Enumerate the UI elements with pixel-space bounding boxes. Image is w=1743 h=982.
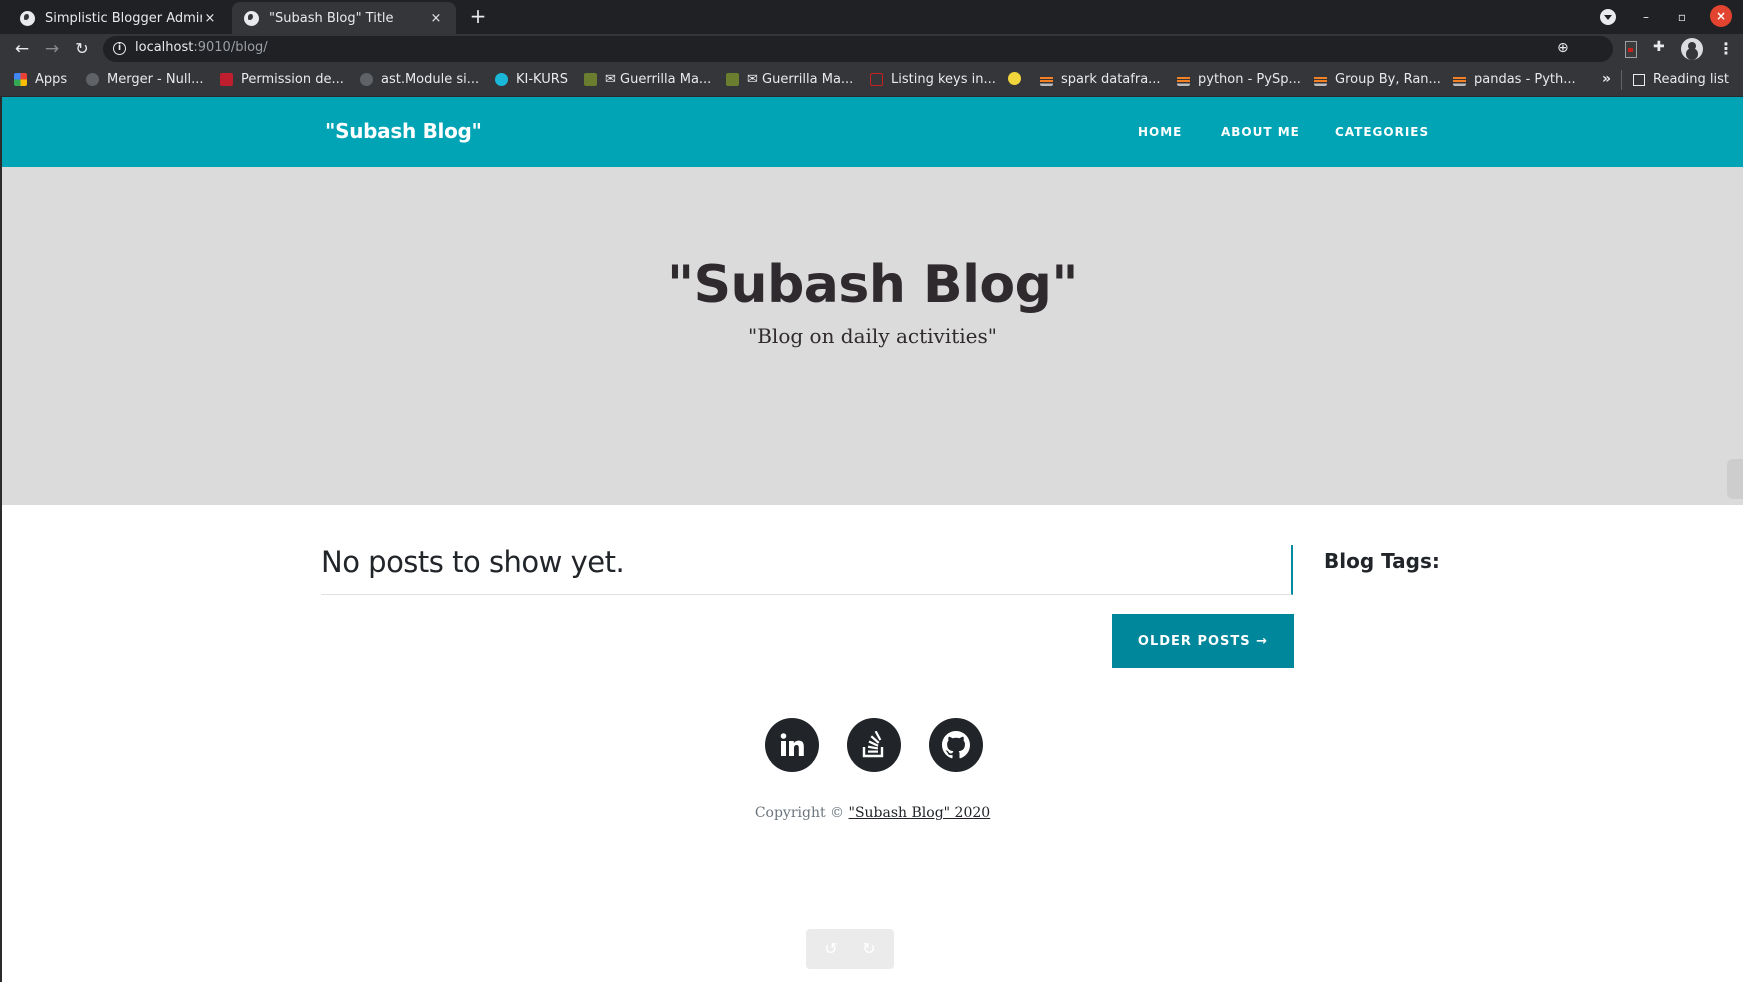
hibernate-icon — [220, 73, 233, 86]
copyright-prefix: Copyright © — [754, 805, 849, 821]
reload-button[interactable]: ↻ — [71, 38, 93, 60]
bookmark-label: ✉ Guerrilla Ma... — [605, 72, 712, 87]
site-navbar: "Subash Blog" HOME ABOUT ME CATEGORIES — [2, 97, 1743, 167]
apps-icon — [14, 73, 27, 86]
tab-subash-blog[interactable]: "Subash Blog" Title × — [232, 2, 456, 34]
back-button[interactable]: ← — [11, 38, 33, 60]
yellow-site-icon — [1008, 72, 1021, 85]
minimize-button[interactable]: – — [1636, 6, 1656, 28]
tab-title: "Subash Blog" Title — [269, 10, 394, 26]
linkedin-link[interactable] — [765, 718, 819, 772]
github-icon — [360, 73, 373, 86]
close-window-button[interactable]: × — [1710, 5, 1732, 27]
bookmark-item[interactable] — [1008, 72, 1029, 85]
github-icon — [942, 731, 970, 759]
posts-empty-state: No posts to show yet. — [321, 545, 1293, 595]
older-posts-button[interactable]: OLDER POSTS → — [1112, 614, 1294, 668]
url-path: :9010/blog/ — [193, 40, 268, 55]
bookmarks-bar: Apps Merger - Null... Permission de... a… — [0, 64, 1743, 97]
linkedin-icon — [780, 733, 804, 756]
url-text[interactable]: localhost:9010/blog/ — [135, 40, 268, 55]
copyright-text: Copyright © "Subash Blog" 2020 — [2, 805, 1743, 821]
bookmark-label: Apps — [35, 72, 68, 87]
bookmark-item[interactable]: Merger - Null... — [86, 72, 203, 87]
brand-link[interactable]: "Subash Blog" — [325, 119, 482, 143]
github-icon — [86, 73, 99, 86]
bookmark-label: KI-KURS — [516, 72, 569, 87]
tab-title: Simplistic Blogger Admin — [45, 10, 202, 26]
bookmark-label: ✉ Guerrilla Ma... — [747, 72, 854, 87]
globe-icon — [244, 10, 259, 26]
address-bar[interactable]: i localhost:9010/blog/ ⊕ ☆ — [103, 36, 1700, 62]
nav-about-me[interactable]: ABOUT ME — [1221, 125, 1300, 139]
reading-list-icon — [1633, 73, 1645, 86]
maximize-button[interactable]: ▫ — [1672, 6, 1692, 28]
blog-tags-heading: Blog Tags: — [1324, 549, 1440, 573]
bookmark-label: Group By, Ran... — [1335, 72, 1441, 87]
bookmarks-overflow-button[interactable]: » — [1602, 71, 1611, 87]
profile-avatar-icon[interactable] — [1681, 38, 1703, 60]
github-link[interactable] — [929, 718, 983, 772]
copyright-link[interactable]: "Subash Blog" 2020 — [849, 805, 991, 821]
globe-icon — [20, 10, 35, 26]
bookmark-item[interactable]: ast.Module si... — [360, 72, 479, 87]
tab-close-icon[interactable]: × — [428, 11, 444, 26]
extensions-puzzle-icon[interactable]: ✚ — [1653, 39, 1665, 55]
tab-simplistic-blogger-admin[interactable]: Simplistic Blogger Admin × — [8, 2, 230, 34]
bookmark-label: Permission de... — [241, 72, 344, 87]
stackoverflow-link[interactable] — [847, 718, 901, 772]
site-info-icon[interactable]: i — [113, 42, 126, 55]
bookmark-label: ast.Module si... — [381, 72, 480, 87]
ki-icon — [495, 73, 508, 86]
bookmark-item[interactable]: KI-KURS — [495, 72, 568, 87]
bookmark-apps[interactable]: Apps — [14, 72, 67, 87]
hero-title: "Subash Blog" — [667, 255, 1078, 315]
bookmark-label: spark datafra... — [1061, 72, 1161, 87]
undo-icon[interactable]: ↺ — [821, 939, 841, 959]
stackoverflow-icon — [1040, 73, 1053, 86]
bookmark-item[interactable]: Listing keys in... — [870, 72, 996, 87]
tab-close-icon[interactable]: × — [202, 11, 218, 26]
new-tab-button[interactable]: + — [466, 4, 490, 28]
bookmark-label: Merger - Null... — [107, 72, 204, 87]
reading-list-label: Reading list — [1653, 72, 1729, 87]
url-host: localhost — [135, 40, 194, 55]
bookmark-item[interactable]: pandas - Pyth... — [1453, 72, 1576, 87]
nav-categories[interactable]: CATEGORIES — [1335, 125, 1429, 139]
reading-list-button[interactable]: Reading list — [1633, 72, 1729, 87]
empty-posts-message: No posts to show yet. — [321, 545, 625, 579]
scrollbar-handle[interactable] — [1727, 459, 1743, 499]
bookmark-item[interactable]: ✉ Guerrilla Ma... — [584, 72, 711, 87]
browser-tab-bar: Simplistic Blogger Admin × "Subash Blog"… — [0, 0, 1743, 34]
bookmark-label: pandas - Pyth... — [1474, 72, 1576, 87]
tab-search-icon[interactable] — [1600, 9, 1616, 25]
guerrilla-mail-icon — [584, 73, 597, 86]
hero-subtitle: "Blog on daily activities" — [748, 324, 997, 348]
bookmark-item[interactable]: Permission de... — [220, 72, 344, 87]
bookmark-label: python - PySp... — [1198, 72, 1301, 87]
bookmark-item[interactable]: Group By, Ran... — [1314, 72, 1441, 87]
stackoverflow-icon — [1314, 73, 1327, 86]
bookmarks-divider — [1621, 70, 1622, 90]
hero-header: "Subash Blog" "Blog on daily activities" — [2, 167, 1743, 505]
bookmark-label: Listing keys in... — [891, 72, 996, 87]
bookmark-item[interactable]: spark datafra... — [1040, 72, 1161, 87]
zoom-icon[interactable]: ⊕ — [1557, 40, 1569, 56]
bookmark-item[interactable]: ✉ Guerrilla Ma... — [726, 72, 853, 87]
extension-icon[interactable] — [1625, 41, 1637, 58]
browser-toolbar: ← → ↻ i localhost:9010/blog/ ⊕ ☆ ✚ ⋮ — [0, 34, 1743, 64]
forward-button[interactable]: → — [41, 38, 63, 60]
stackoverflow-icon — [862, 731, 884, 758]
bookmark-item[interactable]: python - PySp... — [1177, 72, 1301, 87]
undo-redo-toolbar: ↺ ↻ — [806, 929, 894, 969]
nav-home[interactable]: HOME — [1138, 125, 1182, 139]
page-viewport: "Subash Blog" HOME ABOUT ME CATEGORIES "… — [0, 97, 1743, 982]
aws-icon — [870, 73, 883, 86]
stackoverflow-icon — [1177, 73, 1190, 86]
stackoverflow-icon — [1453, 73, 1466, 86]
redo-icon[interactable]: ↻ — [859, 939, 879, 959]
browser-menu-icon[interactable]: ⋮ — [1718, 39, 1734, 58]
guerrilla-mail-icon — [726, 73, 739, 86]
